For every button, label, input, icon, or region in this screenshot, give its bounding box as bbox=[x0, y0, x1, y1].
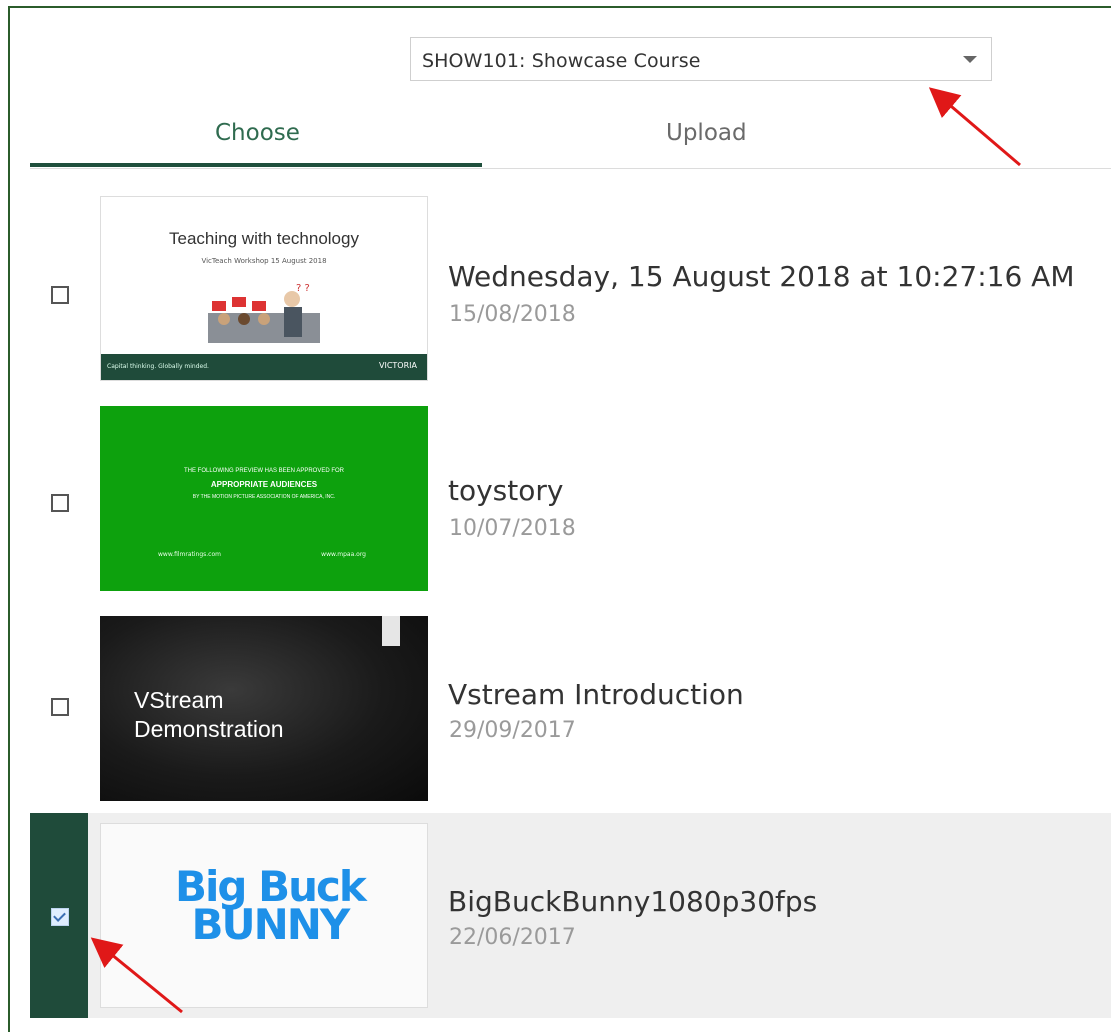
item-date: 22/06/2017 bbox=[449, 925, 576, 950]
list-item[interactable]: VStream Demonstration Vstream Introducti… bbox=[30, 608, 1111, 813]
tab-upload[interactable]: Upload bbox=[666, 120, 747, 146]
media-chooser-panel: SHOW101: Showcase Course Choose Upload T… bbox=[8, 6, 1111, 1032]
thumbnail-footer-text: Capital thinking. Globally minded. bbox=[107, 363, 209, 370]
active-tab-indicator bbox=[30, 163, 482, 167]
big-buck-bunny-logo: Big Buck BUNNY bbox=[175, 866, 367, 949]
svg-text:? ?: ? ? bbox=[296, 283, 310, 294]
thumbnail-subheading: VicTeach Workshop 15 August 2018 bbox=[201, 257, 327, 265]
item-title[interactable]: Wednesday, 15 August 2018 at 10:27:16 AM bbox=[448, 260, 1075, 293]
thumbnail-marker bbox=[382, 616, 400, 646]
thumbnail-text-line: THE FOLLOWING PREVIEW HAS BEEN APPROVED … bbox=[183, 468, 345, 474]
item-date: 15/08/2018 bbox=[449, 302, 576, 327]
thumbnail-footer-text: www.filmratings.com bbox=[158, 551, 221, 558]
thumbnail-footer-text: www.mpaa.org bbox=[321, 551, 366, 558]
tab-choose[interactable]: Choose bbox=[215, 120, 300, 146]
thumbnail-heading: Teaching with technology bbox=[169, 229, 359, 248]
item-checkbox[interactable] bbox=[51, 698, 69, 716]
video-thumbnail[interactable]: THE FOLLOWING PREVIEW HAS BEEN APPROVED … bbox=[100, 406, 428, 591]
item-title[interactable]: Vstream Introduction bbox=[448, 678, 744, 711]
video-thumbnail[interactable]: VStream Demonstration bbox=[100, 616, 428, 801]
item-date: 29/09/2017 bbox=[449, 718, 576, 743]
list-item[interactable]: THE FOLLOWING PREVIEW HAS BEEN APPROVED … bbox=[30, 398, 1111, 603]
cartoon-illustration-icon: ? ? bbox=[208, 283, 320, 343]
video-thumbnail[interactable]: Teaching with technology VicTeach Worksh… bbox=[100, 196, 428, 381]
thumbnail-text-line: APPROPRIATE AUDIENCES bbox=[210, 480, 318, 489]
video-thumbnail[interactable]: Big Buck BUNNY bbox=[100, 823, 428, 1008]
thumbnail-footer-bar: Capital thinking. Globally minded. VICTO… bbox=[101, 354, 427, 380]
course-dropdown[interactable]: SHOW101: Showcase Course bbox=[410, 37, 992, 81]
logo-text-line: BUNNY bbox=[191, 900, 351, 949]
list-item[interactable]: Teaching with technology VicTeach Worksh… bbox=[30, 188, 1111, 393]
thumbnail-text: VStream Demonstration bbox=[134, 686, 284, 744]
item-date: 10/07/2018 bbox=[449, 516, 576, 541]
item-checkbox-checked[interactable] bbox=[51, 908, 69, 926]
item-checkbox[interactable] bbox=[51, 494, 69, 512]
thumbnail-text-line: VStream bbox=[134, 687, 224, 713]
thumbnail-text-line: Demonstration bbox=[134, 716, 284, 742]
thumbnail-footer-logo: VICTORIA bbox=[379, 361, 417, 370]
chevron-down-icon bbox=[963, 56, 977, 63]
tab-bar: Choose Upload bbox=[30, 108, 1111, 169]
thumbnail-text-line: BY THE MOTION PICTURE ASSOCIATION OF AME… bbox=[192, 494, 336, 500]
list-item-selected[interactable]: Big Buck BUNNY BigBuckBunny1080p30fps 22… bbox=[30, 813, 1111, 1018]
course-dropdown-value: SHOW101: Showcase Course bbox=[422, 50, 701, 72]
item-title[interactable]: BigBuckBunny1080p30fps bbox=[448, 885, 817, 918]
item-checkbox[interactable] bbox=[51, 286, 69, 304]
item-title[interactable]: toystory bbox=[448, 474, 563, 507]
